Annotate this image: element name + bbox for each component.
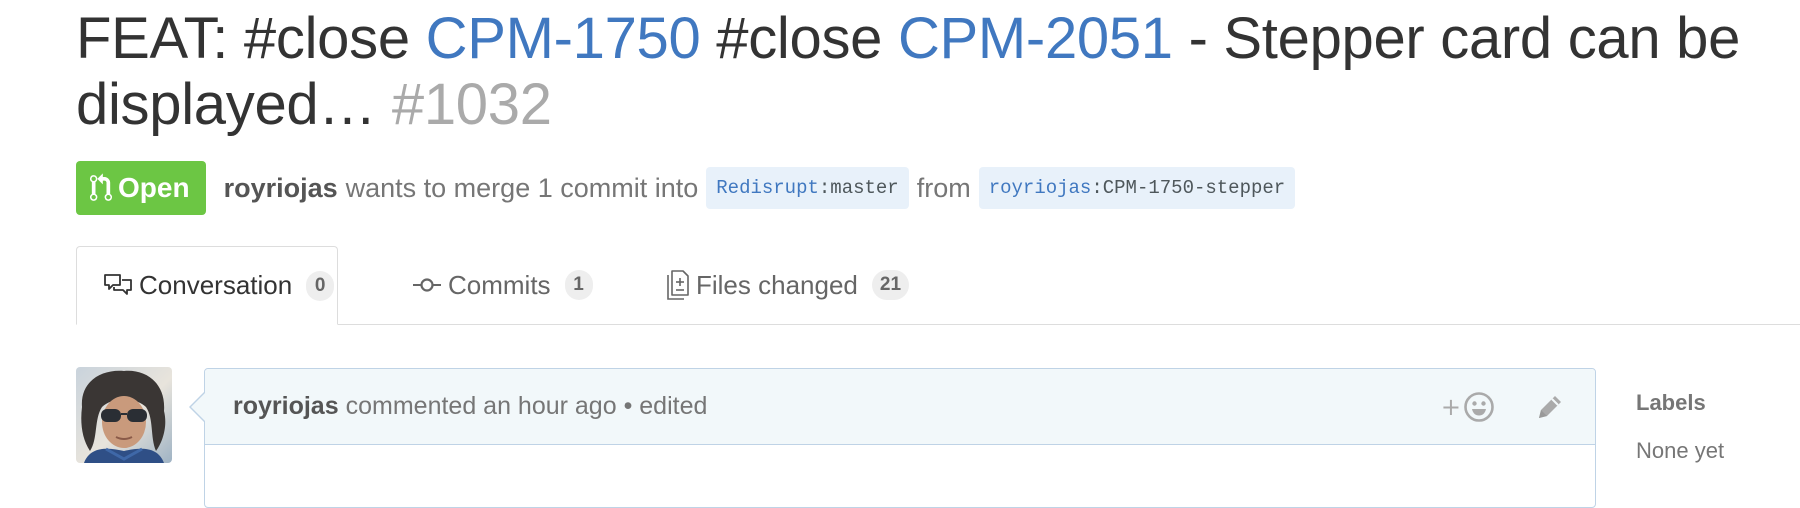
- issue-link-cpm-1750[interactable]: CPM-1750: [426, 6, 701, 71]
- comment-arrow-fill: [191, 392, 206, 422]
- head-branch-name: CPM-1750-stepper: [1102, 177, 1286, 199]
- tab-files-changed-count: 21: [871, 270, 910, 300]
- state-label: Open: [118, 172, 190, 203]
- pr-number: #1032: [391, 72, 552, 137]
- from-text: from: [916, 172, 971, 203]
- file-diff-icon: [666, 269, 690, 301]
- head-branch-separator: :: [1091, 177, 1103, 199]
- base-branch-separator: :: [818, 177, 831, 199]
- tab-commits[interactable]: Commits 1: [412, 246, 593, 324]
- head-branch[interactable]: royriojas: CPM-1750-stepper: [978, 167, 1296, 209]
- issue-link-cpm-2051[interactable]: CPM-2051: [898, 6, 1173, 71]
- edit-comment-button[interactable]: [1535, 392, 1565, 422]
- comment-actions: +: [1441, 369, 1565, 445]
- page-title: FEAT: #close CPM-1750 #close CPM-2051 - …: [76, 6, 1776, 138]
- reaction-plus-sign: +: [1440, 393, 1461, 421]
- sidebar-labels: Labels None yet: [1636, 390, 1796, 464]
- pull-request-page: FEAT: #close CPM-1750 #close CPM-2051 - …: [76, 0, 1800, 508]
- state-badge: Open: [76, 161, 206, 215]
- pencil-icon: [1539, 396, 1561, 418]
- add-reaction-button[interactable]: +: [1441, 391, 1495, 423]
- smiley-icon: [1464, 392, 1494, 422]
- avatar[interactable]: [76, 367, 172, 463]
- comment-header: royriojas commented an hour ago • edited…: [205, 369, 1595, 445]
- tab-conversation-label: Conversation: [139, 270, 293, 300]
- comment-box: royriojas commented an hour ago • edited…: [189, 368, 1596, 508]
- base-branch-user: Redisrupt: [716, 177, 819, 199]
- title-text-start: FEAT: #close: [76, 6, 426, 71]
- comment-meta-text: commented an hour ago • edited: [345, 392, 708, 420]
- pr-author-link[interactable]: royriojas: [224, 173, 338, 204]
- labels-heading[interactable]: Labels: [1636, 390, 1796, 416]
- merge-description: wants to merge 1 commit into: [345, 172, 699, 203]
- base-branch[interactable]: Redisrupt: master: [706, 167, 909, 209]
- tab-conversation[interactable]: Conversation 0: [76, 246, 338, 325]
- labels-value: None yet: [1636, 438, 1725, 463]
- head-branch-user: royriojas: [988, 177, 1092, 199]
- comment-author-link[interactable]: royriojas: [233, 392, 339, 421]
- comment-discussion-icon: [103, 273, 133, 299]
- base-branch-name: master: [830, 177, 899, 199]
- tab-files-changed[interactable]: Files changed 21: [666, 246, 910, 324]
- tab-commits-label: Commits: [448, 269, 551, 300]
- tab-files-changed-label: Files changed: [696, 269, 858, 300]
- pr-tabnav: Conversation 0 Commits 1 Files changed 2…: [76, 246, 1800, 325]
- pr-meta-row: Open royriojas wants to merge 1 commit i…: [76, 160, 1303, 216]
- tab-conversation-count: 0: [306, 270, 335, 301]
- tab-commits-count: 1: [564, 270, 593, 300]
- title-text-middle: #close: [700, 6, 898, 71]
- git-pull-request-icon: [90, 173, 112, 201]
- git-commit-icon: [412, 275, 442, 295]
